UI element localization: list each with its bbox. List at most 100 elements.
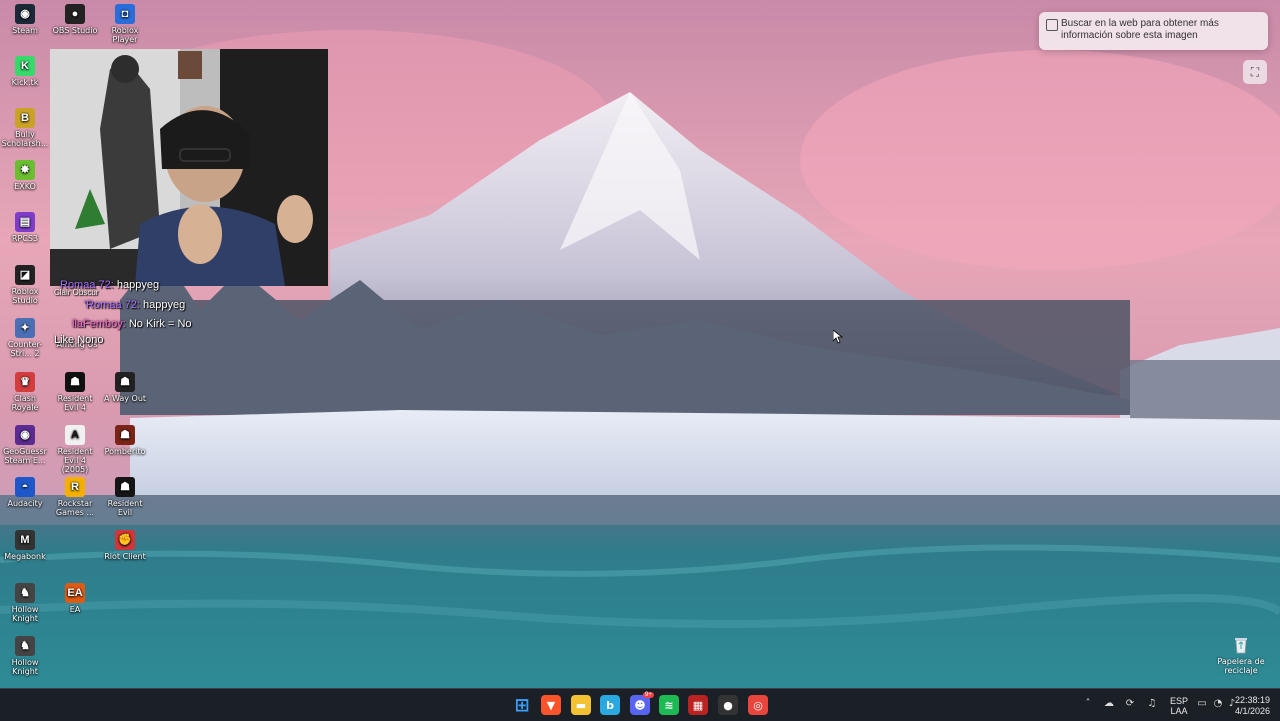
onedrive-icon[interactable]: ☁ <box>1103 698 1115 710</box>
desktop-icon-label: EA <box>69 605 81 614</box>
taskbar: ⊞ ▼ ▬ b ☻ ≋ ▦ ● ◎ 9+ ˄ ☁ ⟳ ♫ ESP LAA ▭ ◔ ♪ 22:38… <box>0 688 1280 721</box>
desktop-icon-label: OBS Studio <box>52 26 98 35</box>
keyboard-layout: LAA <box>1170 706 1188 716</box>
re4-2005-icon: A <box>65 425 85 445</box>
obs-taskbar-button[interactable]: ● <box>718 695 738 715</box>
chat-message: No Kirk = No <box>128 318 192 330</box>
spotify-button[interactable]: ≋ <box>659 695 679 715</box>
recycle-bin-label: Papelera de reciclaje <box>1217 657 1265 675</box>
start-button[interactable]: ⊞ <box>512 694 532 716</box>
desktop-icon-label: Kick.tk <box>11 78 39 87</box>
cs2-icon: ✦ <box>15 318 35 338</box>
desktop-icon-label: Hollow Knight <box>11 658 39 676</box>
bing-icon: b <box>606 698 614 712</box>
desktop-icon-label: Pomberito <box>104 447 146 456</box>
recycle-bin[interactable]: Papelera de reciclaje <box>1214 636 1268 675</box>
desktop-icon-roblox-studio[interactable]: ◪ Roblox Studio <box>0 265 50 305</box>
desktop-icon-pomberito[interactable]: ☗ Pomberito <box>100 425 150 456</box>
desktop-icon-label: Audacity <box>7 499 43 508</box>
desktop-icon-label: Roblox Studio <box>11 287 39 305</box>
desktop-icon-kick[interactable]: K Kick.tk <box>0 56 50 87</box>
desktop-icon-label: A Way Out <box>103 394 147 403</box>
file-explorer-button[interactable]: ▬ <box>571 695 591 715</box>
desktop-icon-hollow-knight[interactable]: ♞ Hollow Knight <box>0 583 50 623</box>
desktop-icon-label: Rockstar Games ... <box>55 499 95 517</box>
desktop-icon-bully[interactable]: B Bully Scholarsh... <box>0 108 50 148</box>
voicemeeter-icon: ▦ <box>692 698 704 712</box>
desktop-icon-label: Clash Royale <box>11 394 39 412</box>
ea-icon: EA <box>65 583 85 603</box>
desktop-icon-a-way-out[interactable]: ☗ A Way Out <box>100 372 150 403</box>
spotify-icon: ≋ <box>664 698 674 712</box>
chat-message: Like Nono <box>54 334 104 346</box>
desktop-icon-label: Steam <box>12 26 38 35</box>
scan-icon: ⛶ <box>1250 64 1260 79</box>
desktop-icon-resident-evil[interactable]: ☗ Resident Evil <box>100 477 150 517</box>
chat-message: happyeg <box>116 279 160 291</box>
desktop-icon-geoguessr[interactable]: ◉ GeoGuessr Steam E... <box>0 425 50 465</box>
brave-button[interactable]: ▼ <box>541 695 561 715</box>
riot-client-icon: ✊ <box>115 530 135 550</box>
visual-search-button[interactable]: ⛶ <box>1243 60 1267 84</box>
desktop-icon-exko[interactable]: ✸ EXKO <box>0 160 50 191</box>
folder-icon: ▬ <box>575 698 587 712</box>
chrome-icon: ◎ <box>753 698 763 712</box>
desktop-icon-ea[interactable]: EA EA <box>50 583 100 614</box>
discord-button[interactable]: ☻ <box>630 695 650 715</box>
chat-line-3: llaFemboy: No Kirk = No <box>72 318 192 330</box>
chrome-button[interactable]: ◎ <box>748 695 768 715</box>
desktop-icon-roblox[interactable]: ◘ Roblox Player <box>100 4 150 44</box>
desktop-icon-clash-royale[interactable]: ♛ Clash Royale <box>0 372 50 412</box>
megabonk-icon: M <box>15 530 35 550</box>
discord-icon: ☻ <box>634 698 646 712</box>
desktop-icon-label: Resident Evil <box>107 499 143 517</box>
desktop-icon-label: GeoGuessr Steam E... <box>3 447 47 465</box>
desktop-icon-hollow-knight-2[interactable]: ♞ Hollow Knight <box>0 636 50 676</box>
bing-button[interactable]: b <box>600 695 620 715</box>
a-way-out-icon: ☗ <box>115 372 135 392</box>
clock[interactable]: 22:38:19 4/1/2026 <box>1234 695 1270 717</box>
show-hidden-icons-chevron-icon[interactable]: ˄ <box>1082 698 1094 710</box>
sync-icon[interactable]: ⟳ <box>1124 698 1136 710</box>
desktop-icon-re4-2005[interactable]: A Resident Evil 4 (2005) <box>50 425 100 474</box>
network-icon[interactable]: ▭ <box>1196 698 1208 710</box>
desktop-icon-obs[interactable]: ● OBS Studio <box>50 4 100 35</box>
desktop-icon-label: Resident Evil 4 (2005) <box>57 447 93 474</box>
desktop-icon-megabonk[interactable]: M Megabonk <box>0 530 50 561</box>
geoguessr-icon: ◉ <box>15 425 35 445</box>
recycle-bin-icon <box>1235 638 1247 654</box>
chat-message: happyeg <box>142 299 186 311</box>
desktop-icon-rockstar[interactable]: R Rockstar Games ... <box>50 477 100 517</box>
microphone-icon[interactable]: ♫ <box>1146 698 1158 710</box>
desktop-icon-steam[interactable]: ◉ Steam <box>0 4 50 35</box>
clock-time: 22:38:19 <box>1234 695 1270 705</box>
visual-search-tooltip[interactable]: Buscar en la web para obtener más inform… <box>1039 12 1268 50</box>
exko-icon: ✸ <box>15 160 35 180</box>
steam-icon: ◉ <box>15 4 35 24</box>
obs-icon: ● <box>723 698 733 712</box>
desktop-icon-riot-client[interactable]: ✊ Riot Client <box>100 530 150 561</box>
desktop-icon-audacity[interactable]: ◓ Audacity <box>0 477 50 508</box>
desktop-icon-re4[interactable]: ☗ Resident Evil 4 <box>50 372 100 412</box>
voicemeeter-button[interactable]: ▦ <box>688 695 708 715</box>
obs-icon: ● <box>65 4 85 24</box>
chat-username: 'Romaa 72: <box>84 299 140 311</box>
webcam-overlay <box>50 49 328 286</box>
language-code: ESP <box>1170 696 1189 706</box>
visual-search-icon <box>1046 19 1058 31</box>
rpcs3-icon: ▤ <box>15 212 35 232</box>
desktop-icon-label: Counter-Stri... 2 <box>7 340 43 358</box>
hollow-knight-icon: ♞ <box>15 583 35 603</box>
desktop-icon-label: EXKO <box>14 182 36 191</box>
pomberito-icon: ☗ <box>115 425 135 445</box>
wifi-icon[interactable]: ◔ <box>1212 698 1224 710</box>
brave-icon: ▼ <box>546 698 556 712</box>
chat-fragment: Clair Obscur <box>54 288 99 297</box>
language-indicator[interactable]: ESP LAA <box>1170 696 1188 716</box>
visual-search-text: Buscar en la web para obtener más inform… <box>1061 18 1219 41</box>
re4-icon: ☗ <box>65 372 85 392</box>
desktop-icon-cs2[interactable]: ✦ Counter-Stri... 2 <box>0 318 50 358</box>
windows-icon: ⊞ <box>514 694 530 716</box>
roblox-studio-icon: ◪ <box>15 265 35 285</box>
desktop-icon-rpcs3[interactable]: ▤ RPCS3 <box>0 212 50 243</box>
